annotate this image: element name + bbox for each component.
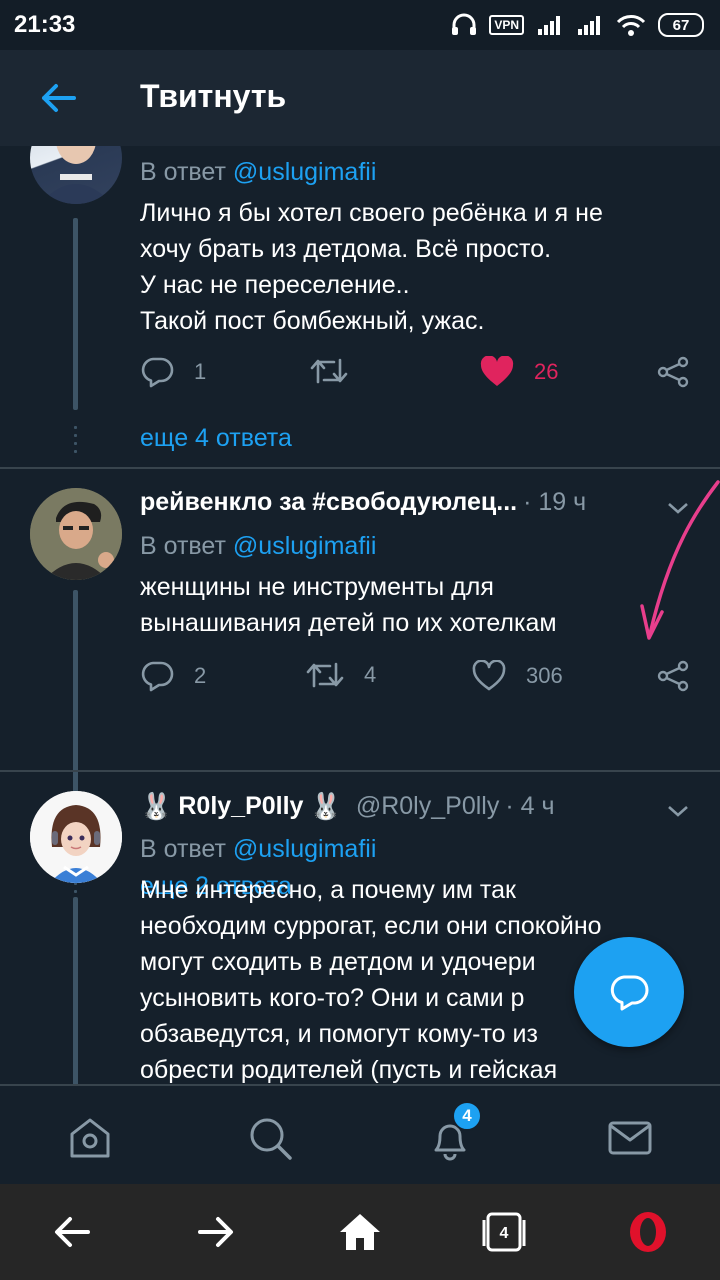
- annotation-arrow: [640, 480, 720, 640]
- avatar-photo: [40, 146, 112, 204]
- reply-to: В ответ @uslugimafii: [140, 835, 376, 864]
- battery-indicator: 67: [658, 13, 704, 37]
- reply-prefix: В ответ: [140, 835, 226, 863]
- messages-icon[interactable]: [606, 1114, 654, 1162]
- tweet-actions: 2 4 306: [140, 660, 700, 700]
- reply-handle-link[interactable]: @uslugimafii: [233, 835, 376, 863]
- tweet-item[interactable]: рейвенкло за #свободуюлец... · 19 ч В от…: [0, 470, 720, 901]
- author-row: 🐰 R0ly_P0lly 🐰 @R0ly_P0lly · 4 ч: [140, 791, 554, 822]
- back-arrow-icon[interactable]: [38, 82, 78, 114]
- reply-icon: [141, 357, 174, 388]
- retweet-button[interactable]: [310, 356, 348, 386]
- retweet-button[interactable]: 4: [306, 660, 376, 690]
- retweet-icon: [310, 358, 348, 384]
- tweet-text-line: вынашивания детей по их хотелкам: [140, 609, 557, 637]
- status-bar: 21:33 VPN 67: [0, 0, 720, 50]
- author-name[interactable]: рейвенкло за #свободуюлец...: [140, 488, 517, 517]
- tweet-text-line: хочу брать из детдома. Всё просто.: [140, 235, 552, 263]
- wifi-icon: [616, 15, 646, 36]
- reply-prefix: В ответ: [140, 532, 226, 560]
- tabs-icon[interactable]: 4: [480, 1208, 528, 1256]
- reply-button[interactable]: 2: [140, 660, 206, 692]
- avatar[interactable]: [30, 146, 122, 204]
- tweet-time: · 19 ч: [523, 488, 587, 516]
- browser-home-icon[interactable]: [336, 1208, 384, 1256]
- divider: [0, 467, 720, 469]
- share-button[interactable]: [656, 356, 690, 388]
- tweet-item[interactable]: В ответ @uslugimafii Лично я бы хотел св…: [0, 146, 720, 466]
- page-title: Твитнуть: [140, 78, 287, 114]
- status-time: 21:33: [14, 11, 76, 38]
- reply-prefix: В ответ: [140, 158, 226, 186]
- reply-count: 1: [194, 359, 207, 384]
- share-icon: [657, 356, 689, 388]
- tweet-text-line: Мне интересно, а почему им так: [140, 876, 516, 904]
- like-button[interactable]: 306: [472, 660, 563, 692]
- home-icon[interactable]: [66, 1114, 114, 1162]
- thread-dots: [74, 426, 78, 458]
- avatar[interactable]: [30, 791, 122, 883]
- search-icon[interactable]: [246, 1114, 294, 1162]
- tabs-count: 4: [500, 1225, 509, 1242]
- retweet-count: 4: [364, 662, 377, 687]
- author-handle[interactable]: @R0ly_P0lly: [356, 792, 499, 821]
- reply-count: 2: [194, 663, 207, 688]
- tweet-text-line: обзаведутся, и помогут кому-то из: [140, 1020, 538, 1048]
- avatar[interactable]: [30, 488, 122, 580]
- tweet-text-line: обрести родителей (пусть и гейская: [140, 1056, 558, 1084]
- heart-filled-icon: [480, 356, 514, 386]
- retweet-icon: [306, 662, 344, 688]
- tweet-text-line: необходим суррогат, если они спокойно: [140, 912, 602, 940]
- notifications-badge: 4: [452, 1101, 482, 1131]
- bottom-nav: [0, 1084, 720, 1184]
- share-icon: [657, 660, 689, 692]
- reply-handle-link[interactable]: @uslugimafii: [233, 158, 376, 186]
- reply-button[interactable]: 1: [140, 356, 206, 388]
- headphones-icon: [452, 13, 477, 35]
- tweet-text-line: усыновить кого-то? Они и сами р: [140, 984, 525, 1012]
- more-replies-link[interactable]: еще 4 ответа: [140, 424, 292, 453]
- avatar-anime: [30, 791, 122, 883]
- tweet-text-line: Такой пост бомбежный, ужас.: [140, 307, 485, 335]
- thread-line: [73, 897, 78, 1084]
- reply-to: В ответ @uslugimafii: [140, 532, 376, 561]
- bunny-emoji-icon: 🐰: [309, 791, 342, 821]
- status-icons: VPN 67: [451, 13, 704, 37]
- tweet-time: · 4 ч: [505, 792, 555, 820]
- tweet-actions: 1 26: [140, 356, 700, 396]
- bunny-emoji-icon: 🐰: [140, 791, 173, 821]
- thread-line: [73, 218, 78, 410]
- system-nav-bar: 4: [0, 1184, 720, 1280]
- reply-to: В ответ @uslugimafii: [140, 158, 376, 187]
- divider: [0, 770, 720, 772]
- heart-icon: [472, 660, 506, 691]
- author-name[interactable]: R0ly_P0lly: [178, 792, 303, 821]
- avatar-cartoon: [30, 488, 122, 580]
- tweet-text-line: У нас не переселение..: [140, 271, 410, 299]
- tweet-text-line: могут сходить в детдом и удочери: [140, 948, 536, 976]
- author-row: рейвенкло за #свободуюлец... · 19 ч: [140, 488, 586, 517]
- browser-forward-icon[interactable]: [194, 1208, 238, 1256]
- reply-handle-link[interactable]: @uslugimafii: [233, 532, 376, 560]
- app-header: Твитнуть: [0, 50, 720, 146]
- opera-logo-icon[interactable]: [626, 1208, 670, 1256]
- like-button[interactable]: 26: [480, 356, 558, 388]
- vpn-indicator: VPN: [489, 15, 524, 35]
- share-button[interactable]: [656, 660, 690, 692]
- tweet-text-line: женщины не инструменты для: [140, 573, 494, 601]
- browser-back-icon[interactable]: [50, 1208, 94, 1256]
- like-count: 306: [526, 663, 563, 688]
- signal-icon: [538, 16, 560, 35]
- reply-icon: [141, 661, 174, 692]
- like-count: 26: [534, 359, 559, 384]
- signal-icon-2: [578, 16, 600, 35]
- tweet-text-line: Лично я бы хотел своего ребёнка и я не: [140, 199, 603, 227]
- compose-reply-button[interactable]: [574, 937, 684, 1047]
- chevron-down-icon[interactable]: [666, 803, 690, 819]
- reply-bubble-icon: [610, 975, 649, 1011]
